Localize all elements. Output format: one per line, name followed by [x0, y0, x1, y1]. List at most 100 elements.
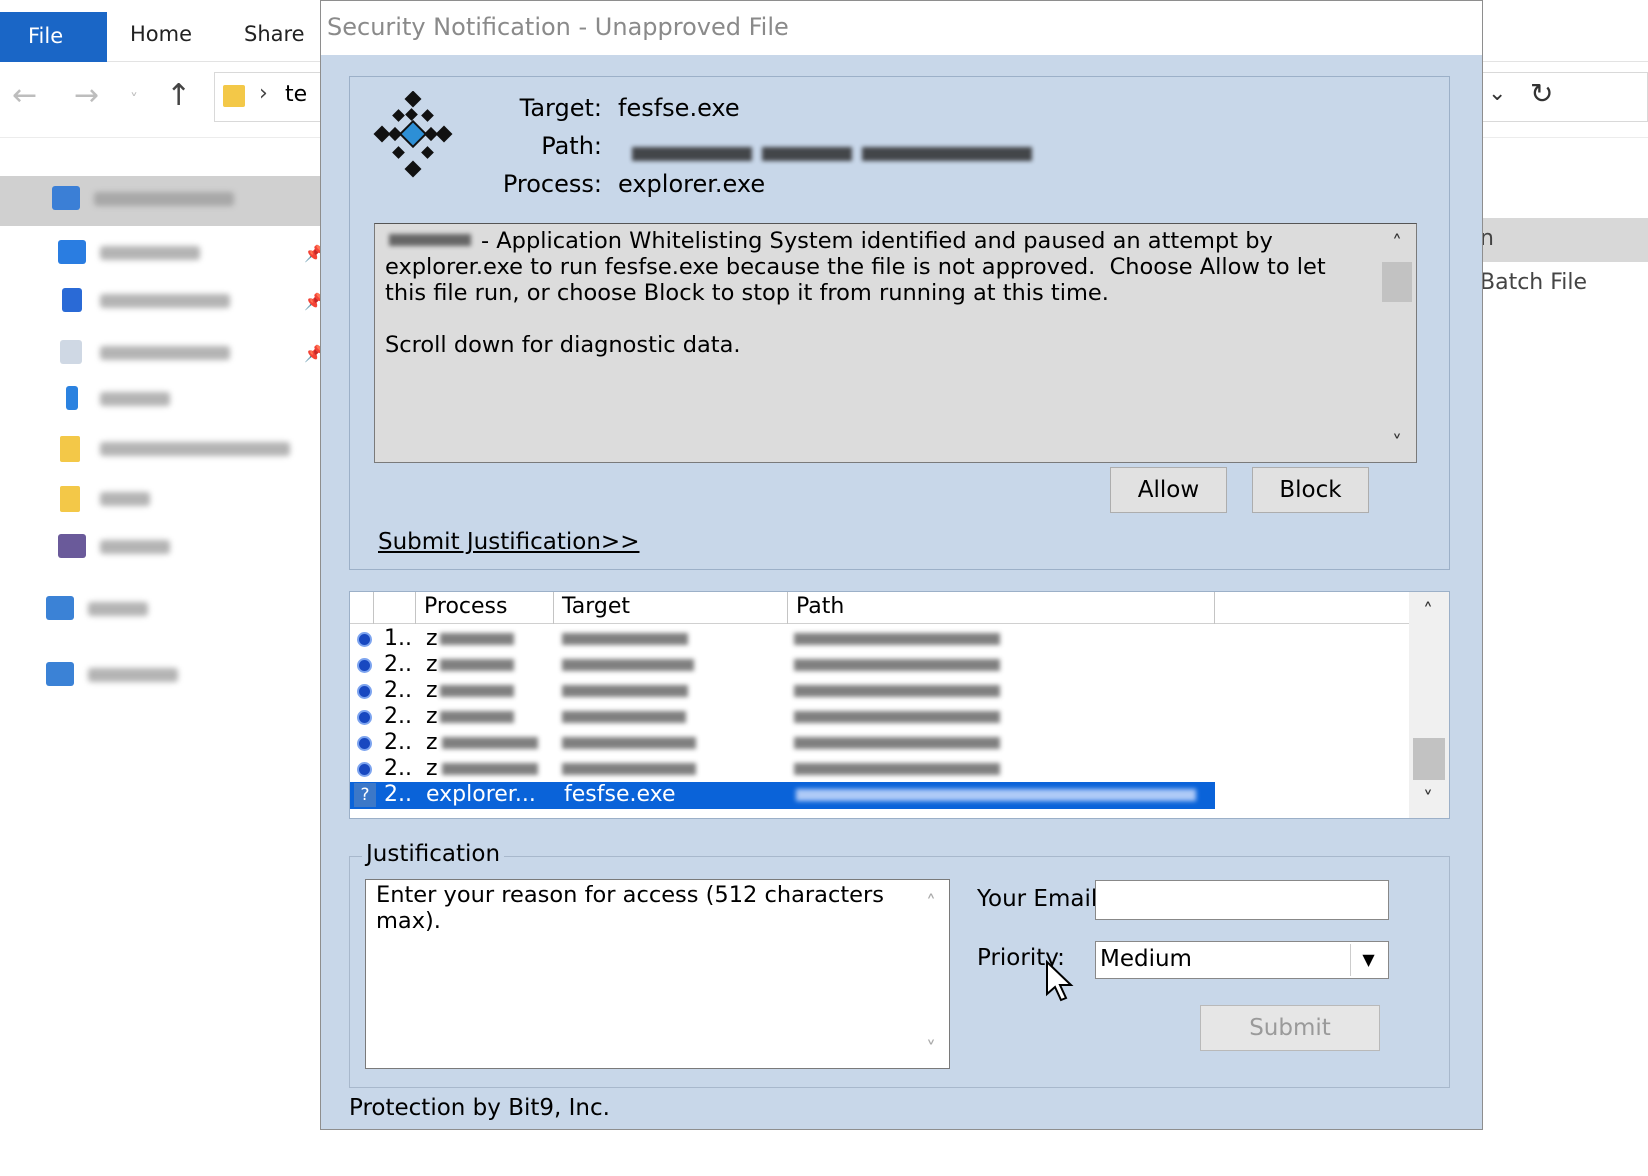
address-bar[interactable]: › te — [214, 72, 324, 122]
justification-label: Justification — [362, 841, 505, 867]
scroll-down-icon[interactable]: ˅ — [1378, 426, 1416, 460]
back-arrow-icon[interactable]: ← — [12, 78, 37, 113]
row-number: 2.. — [384, 782, 412, 807]
row-path-redacted — [794, 659, 1000, 671]
document-icon — [60, 340, 82, 364]
path-label: Path: — [541, 132, 602, 160]
dialog-titlebar[interactable]: Security Notification - Unapproved File — [321, 1, 1482, 55]
row-target-redacted — [562, 685, 688, 697]
justification-group: Justification Enter your reason for acce… — [349, 841, 1450, 1088]
forward-arrow-icon[interactable]: → — [74, 78, 99, 113]
folder-icon — [223, 85, 245, 107]
table-row[interactable]: 2.. z — [350, 652, 1411, 679]
row-process-redacted — [440, 659, 514, 671]
breadcrumb-chevron-icon: › — [259, 81, 268, 106]
row-process: z — [426, 704, 438, 729]
scroll-thumb[interactable] — [1382, 262, 1412, 302]
star-icon — [52, 186, 80, 210]
row-target-redacted — [562, 633, 688, 645]
sidebar-item-label — [100, 346, 230, 360]
row-process: explorer... — [426, 782, 536, 807]
row-target-redacted — [562, 659, 694, 671]
table-row[interactable]: 2.. z — [350, 704, 1411, 731]
row-path-redacted — [794, 737, 1000, 749]
info-icon — [357, 736, 372, 751]
sidebar-item-downloads[interactable]: 📌 — [50, 284, 330, 318]
tab-file[interactable]: File — [0, 12, 107, 62]
message-textbox[interactable]: - Application Whitelisting System identi… — [374, 223, 1417, 463]
scroll-up-icon[interactable]: ˄ — [1409, 594, 1447, 628]
scroll-up-icon[interactable]: ˄ — [913, 886, 949, 920]
refresh-icon[interactable]: ↻ — [1530, 77, 1553, 110]
process-label: Process: — [502, 170, 602, 198]
up-arrow-icon[interactable]: ↑ — [166, 78, 191, 113]
list-header: Process Target Path — [350, 592, 1411, 624]
process-value: explorer.exe — [618, 170, 766, 198]
scroll-thumb[interactable] — [1413, 738, 1445, 780]
info-icon — [357, 710, 372, 725]
table-row[interactable]: 2.. z — [350, 678, 1411, 705]
table-row[interactable]: 1.. z — [350, 626, 1411, 653]
row-number: 2.. — [384, 652, 412, 677]
sidebar-item-quick-access[interactable] — [44, 182, 324, 216]
row-process: z — [426, 626, 438, 651]
scroll-up-icon[interactable]: ˄ — [1378, 226, 1416, 260]
tab-home[interactable]: Home — [130, 22, 192, 46]
justification-scrollbar[interactable]: ˄ ˅ — [913, 880, 949, 1068]
sidebar-item-folder-2[interactable] — [50, 482, 330, 516]
table-row[interactable]: 2.. z — [350, 730, 1411, 757]
sidebar-item-folder-1[interactable] — [50, 432, 330, 466]
recent-chevron-icon[interactable]: ˅ — [130, 90, 138, 109]
sidebar-item-desktop[interactable]: 📌 — [50, 236, 330, 270]
diagnostic-list[interactable]: Process Target Path 1.. z 2.. z 2.. z 2.… — [349, 591, 1450, 819]
priority-select[interactable]: Medium ▼ — [1095, 941, 1389, 979]
row-target-redacted — [562, 737, 696, 749]
justification-placeholder: Enter your reason for access (512 charac… — [376, 882, 884, 934]
row-path-redacted — [794, 763, 1000, 775]
message-text: - Application Whitelisting System identi… — [385, 228, 1355, 358]
column-header-target[interactable]: Target — [554, 592, 788, 624]
dropdown-arrow-icon[interactable]: ▼ — [1350, 944, 1386, 976]
sidebar-item-folder-3[interactable] — [50, 530, 330, 564]
path-value-redacted — [632, 143, 1042, 169]
mouse-cursor-icon — [1046, 960, 1074, 1002]
row-process-redacted — [440, 711, 514, 723]
submit-button[interactable]: Submit — [1200, 1005, 1380, 1051]
list-scrollbar[interactable]: ˄ ˅ — [1409, 592, 1449, 818]
row-target: fesfse.exe — [564, 782, 676, 807]
row-process-redacted — [442, 763, 538, 775]
address-text: te — [285, 82, 308, 107]
info-icon — [357, 762, 372, 777]
sidebar-item-this-pc[interactable] — [38, 592, 318, 626]
allow-button[interactable]: Allow — [1110, 467, 1227, 513]
table-row[interactable]: 2.. z — [350, 756, 1411, 783]
column-header-process[interactable]: Process — [416, 592, 554, 624]
notification-panel: Target: fesfse.exe Path: Process: explor… — [349, 76, 1450, 570]
sidebar-item-label — [100, 246, 200, 260]
sidebar-item-music[interactable] — [50, 382, 330, 416]
file-row-selected[interactable]: n — [1480, 218, 1648, 262]
priority-value: Medium — [1100, 946, 1192, 972]
message-body: - Application Whitelisting System identi… — [385, 228, 1326, 358]
tab-share[interactable]: Share — [244, 22, 305, 46]
scroll-down-icon[interactable]: ˅ — [1409, 782, 1447, 816]
row-process: z — [426, 678, 438, 703]
row-target-redacted — [562, 711, 686, 723]
email-field[interactable] — [1095, 880, 1389, 920]
block-button[interactable]: Block — [1252, 467, 1369, 513]
table-row-selected[interactable]: ? 2.. explorer... fesfse.exe — [350, 782, 1215, 809]
message-scrollbar[interactable]: ˄ ˅ — [1378, 224, 1416, 462]
column-header-path[interactable]: Path — [788, 592, 1215, 624]
sidebar-item-documents[interactable]: 📌 — [50, 336, 330, 370]
address-dropdown-icon[interactable]: ⌄ — [1488, 81, 1506, 106]
submit-justification-link[interactable]: Submit Justification>> — [378, 529, 639, 555]
justification-textarea[interactable]: Enter your reason for access (512 charac… — [365, 879, 950, 1069]
row-path-redacted — [794, 685, 1000, 697]
sidebar-item-network[interactable] — [38, 658, 318, 692]
column-header-number[interactable] — [374, 592, 416, 624]
row-path-redacted — [796, 789, 1196, 801]
security-notification-dialog: Security Notification - Unapproved File … — [320, 0, 1483, 1130]
info-icon — [357, 658, 372, 673]
column-header-icon[interactable] — [350, 592, 374, 624]
scroll-down-icon[interactable]: ˅ — [913, 1032, 949, 1066]
